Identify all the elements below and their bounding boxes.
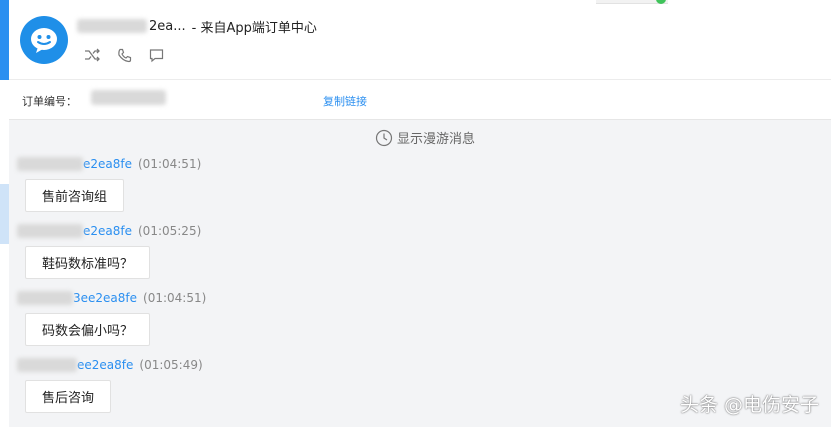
chat-window: 2ea... - 来自App端订单中心 订单编号： 复制链接 显示漫游消息 e2… bbox=[0, 0, 831, 427]
conversation-header: 2ea... - 来自App端订单中心 bbox=[9, 0, 831, 80]
sender-name-redacted bbox=[17, 157, 83, 171]
order-number-label: 订单编号： bbox=[22, 95, 77, 108]
order-info-bar: 订单编号： 复制链接 bbox=[9, 80, 831, 120]
customer-name-redacted bbox=[77, 19, 147, 33]
sender-name-redacted bbox=[17, 224, 83, 238]
sender-name[interactable]: ee2ea8fe bbox=[77, 358, 133, 372]
message-time: (01:04:51) bbox=[143, 291, 207, 305]
sender-name[interactable]: e2ea8fe bbox=[83, 224, 132, 238]
show-roaming-messages-label: 显示漫游消息 bbox=[397, 132, 476, 147]
sidebar-scroll-indicator[interactable] bbox=[0, 184, 9, 244]
message-icon[interactable] bbox=[147, 46, 165, 64]
message-header: 3ee2ea8fe (01:04:51) bbox=[17, 291, 206, 305]
conversation-toolbar bbox=[83, 46, 165, 64]
order-number-redacted bbox=[91, 90, 166, 105]
phone-icon[interactable] bbox=[115, 46, 133, 64]
message-bubble: 售后咨询 bbox=[25, 380, 112, 413]
message-header: e2ea8fe (01:04:51) bbox=[17, 157, 201, 171]
show-roaming-messages-button[interactable]: 显示漫游消息 bbox=[375, 128, 475, 147]
window-status-widget bbox=[596, 0, 668, 4]
message-header: e2ea8fe (01:05:25) bbox=[17, 224, 201, 238]
message-time: (01:05:25) bbox=[138, 224, 202, 238]
chat-bot-icon bbox=[31, 28, 57, 53]
conversation-source: - 来自App端订单中心 bbox=[191, 20, 317, 36]
message-bubble: 码数会偏小吗？ bbox=[25, 313, 151, 346]
active-conversation-indicator bbox=[0, 0, 9, 80]
watermark: 头条 @电伤安子 bbox=[679, 394, 819, 416]
clock-icon bbox=[375, 129, 393, 146]
message-time: (01:05:49) bbox=[139, 358, 203, 372]
sender-name-redacted bbox=[17, 358, 77, 372]
sender-name[interactable]: 3ee2ea8fe bbox=[73, 291, 137, 305]
conversation-title: 2ea... - 来自App端订单中心 bbox=[77, 16, 317, 36]
message-header: ee2ea8fe (01:05:49) bbox=[17, 358, 203, 372]
message-list[interactable]: 显示漫游消息 e2ea8fe (01:04:51) 售前咨询组 e2ea8fe … bbox=[9, 120, 831, 427]
online-status-icon bbox=[656, 0, 666, 4]
message-time: (01:04:51) bbox=[138, 157, 202, 171]
sender-name[interactable]: e2ea8fe bbox=[83, 157, 132, 171]
message-bubble: 鞋码数标准吗？ bbox=[25, 246, 151, 279]
copy-link-button[interactable]: 复制链接 bbox=[323, 93, 367, 109]
customer-avatar[interactable] bbox=[20, 16, 68, 64]
message-bubble: 售前咨询组 bbox=[25, 179, 125, 212]
sender-name-redacted bbox=[17, 291, 73, 305]
customer-name-partial: 2ea... bbox=[149, 18, 186, 34]
transfer-icon[interactable] bbox=[83, 46, 101, 64]
